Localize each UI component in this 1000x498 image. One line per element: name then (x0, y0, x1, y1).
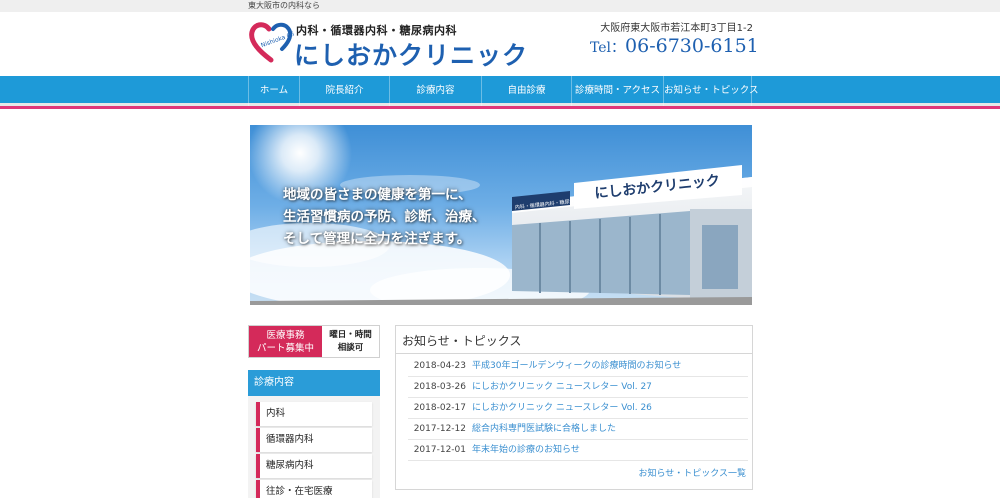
nav-home[interactable]: ホーム (248, 76, 300, 106)
heart-logo-icon[interactable]: Nishioka Clinic (248, 20, 303, 64)
hero-copy-line-2: 生活習慣病の予防、診断、治療、 (283, 209, 486, 225)
news-date: 2018-04-23 (413, 361, 466, 371)
recruit-left-line-1: 医療事務 (266, 330, 305, 341)
clinic-address: 大阪府東大阪市若江本町3丁目1-2 (600, 23, 753, 34)
nav-director[interactable]: 院長紹介 (300, 76, 390, 106)
news-link[interactable]: 年末年始の診療のお知らせ (472, 445, 580, 455)
phone-number[interactable]: Tel：06-6730-6151 (590, 35, 759, 57)
tel-number: 06-6730-6151 (625, 35, 759, 57)
hero-copy-line-1: 地域の皆さまの健康を第一に、 (283, 187, 472, 203)
news-row: 2017-12-01 年末年始の診療のお知らせ (408, 440, 748, 461)
sidebar-item-home-care[interactable]: 往診・在宅医療 (256, 480, 372, 498)
news-date: 2017-12-12 (413, 424, 466, 434)
top-strip: 東大阪市の内科なら (0, 0, 1000, 12)
nav-private-care[interactable]: 自由診療 (482, 76, 572, 106)
news-link[interactable]: にしおかクリニック ニュースレター Vol. 27 (472, 382, 652, 392)
sidebar-item-cardiology[interactable]: 循環器内科 (256, 428, 372, 452)
news-row: 2017-12-12 総合内科専門医試験に合格しました (408, 419, 748, 440)
news-row: 2018-02-17 にしおかクリニック ニュースレター Vol. 26 (408, 398, 748, 419)
news-date: 2017-12-01 (413, 445, 466, 455)
news-date: 2018-02-17 (413, 403, 466, 413)
recruit-left-line-2: パート募集中 (256, 343, 314, 354)
news-link[interactable]: 総合内科専門医試験に合格しました (472, 424, 616, 434)
nav-hours-access[interactable]: 診療時間・アクセス (572, 76, 664, 106)
hero-copy-line-3: そして管理に全力を注ぎます。 (283, 231, 471, 247)
recruit-right-line-1: 曜日・時間 (329, 330, 372, 340)
news-link[interactable]: 平成30年ゴールデンウィークの診療時間のお知らせ (472, 361, 681, 371)
sidebar-item-internal-medicine[interactable]: 内科 (256, 402, 372, 426)
logo-name[interactable]: にしおかクリニック (294, 36, 528, 72)
news-link[interactable]: にしおかクリニック ニュースレター Vol. 26 (472, 403, 652, 413)
nav-news[interactable]: お知らせ・トピックス (664, 76, 759, 106)
tel-prefix: Tel： (590, 40, 626, 56)
news-heading: お知らせ・トピックス (402, 334, 522, 348)
recruit-right-line-2: 相談可 (337, 343, 364, 353)
news-more-link[interactable]: お知らせ・トピックス一覧 (638, 466, 746, 479)
top-strip-text: 東大阪市の内科なら (248, 1, 320, 10)
nav-accent-line (0, 106, 1000, 109)
recruit-label: 医療事務 パート募集中 (249, 326, 322, 357)
hero-copy: 地域の皆さまの健康を第一に、 生活習慣病の予防、診断、治療、 そして管理に全力を… (283, 184, 486, 250)
news-divider (396, 353, 752, 354)
news-row: 2018-03-26 にしおかクリニック ニュースレター Vol. 27 (408, 377, 748, 398)
nav-services[interactable]: 診療内容 (390, 76, 482, 106)
main-nav: ホーム 院長紹介 診療内容 自由診療 診療時間・アクセス お知らせ・トピックス (0, 76, 1000, 106)
recruit-banner[interactable]: 医療事務 パート募集中 曜日・時間 相談可 (248, 325, 380, 358)
sidebar-heading: 診療内容 (248, 370, 380, 396)
sidebar-item-diabetes[interactable]: 糖尿病内科 (256, 454, 372, 478)
sidebar-menu: 内科 循環器内科 糖尿病内科 往診・在宅医療 (248, 396, 380, 498)
news-row: 2018-04-23 平成30年ゴールデンウィークの診療時間のお知らせ (408, 356, 748, 377)
site-header: Nishioka Clinic 内科・循環器内科・糖尿病内科 にしおかクリニック… (0, 12, 1000, 76)
news-date: 2018-03-26 (413, 382, 466, 392)
recruit-note: 曜日・時間 相談可 (322, 326, 379, 357)
news-panel: お知らせ・トピックス 2018-04-23 平成30年ゴールデンウィークの診療時間… (395, 325, 753, 490)
